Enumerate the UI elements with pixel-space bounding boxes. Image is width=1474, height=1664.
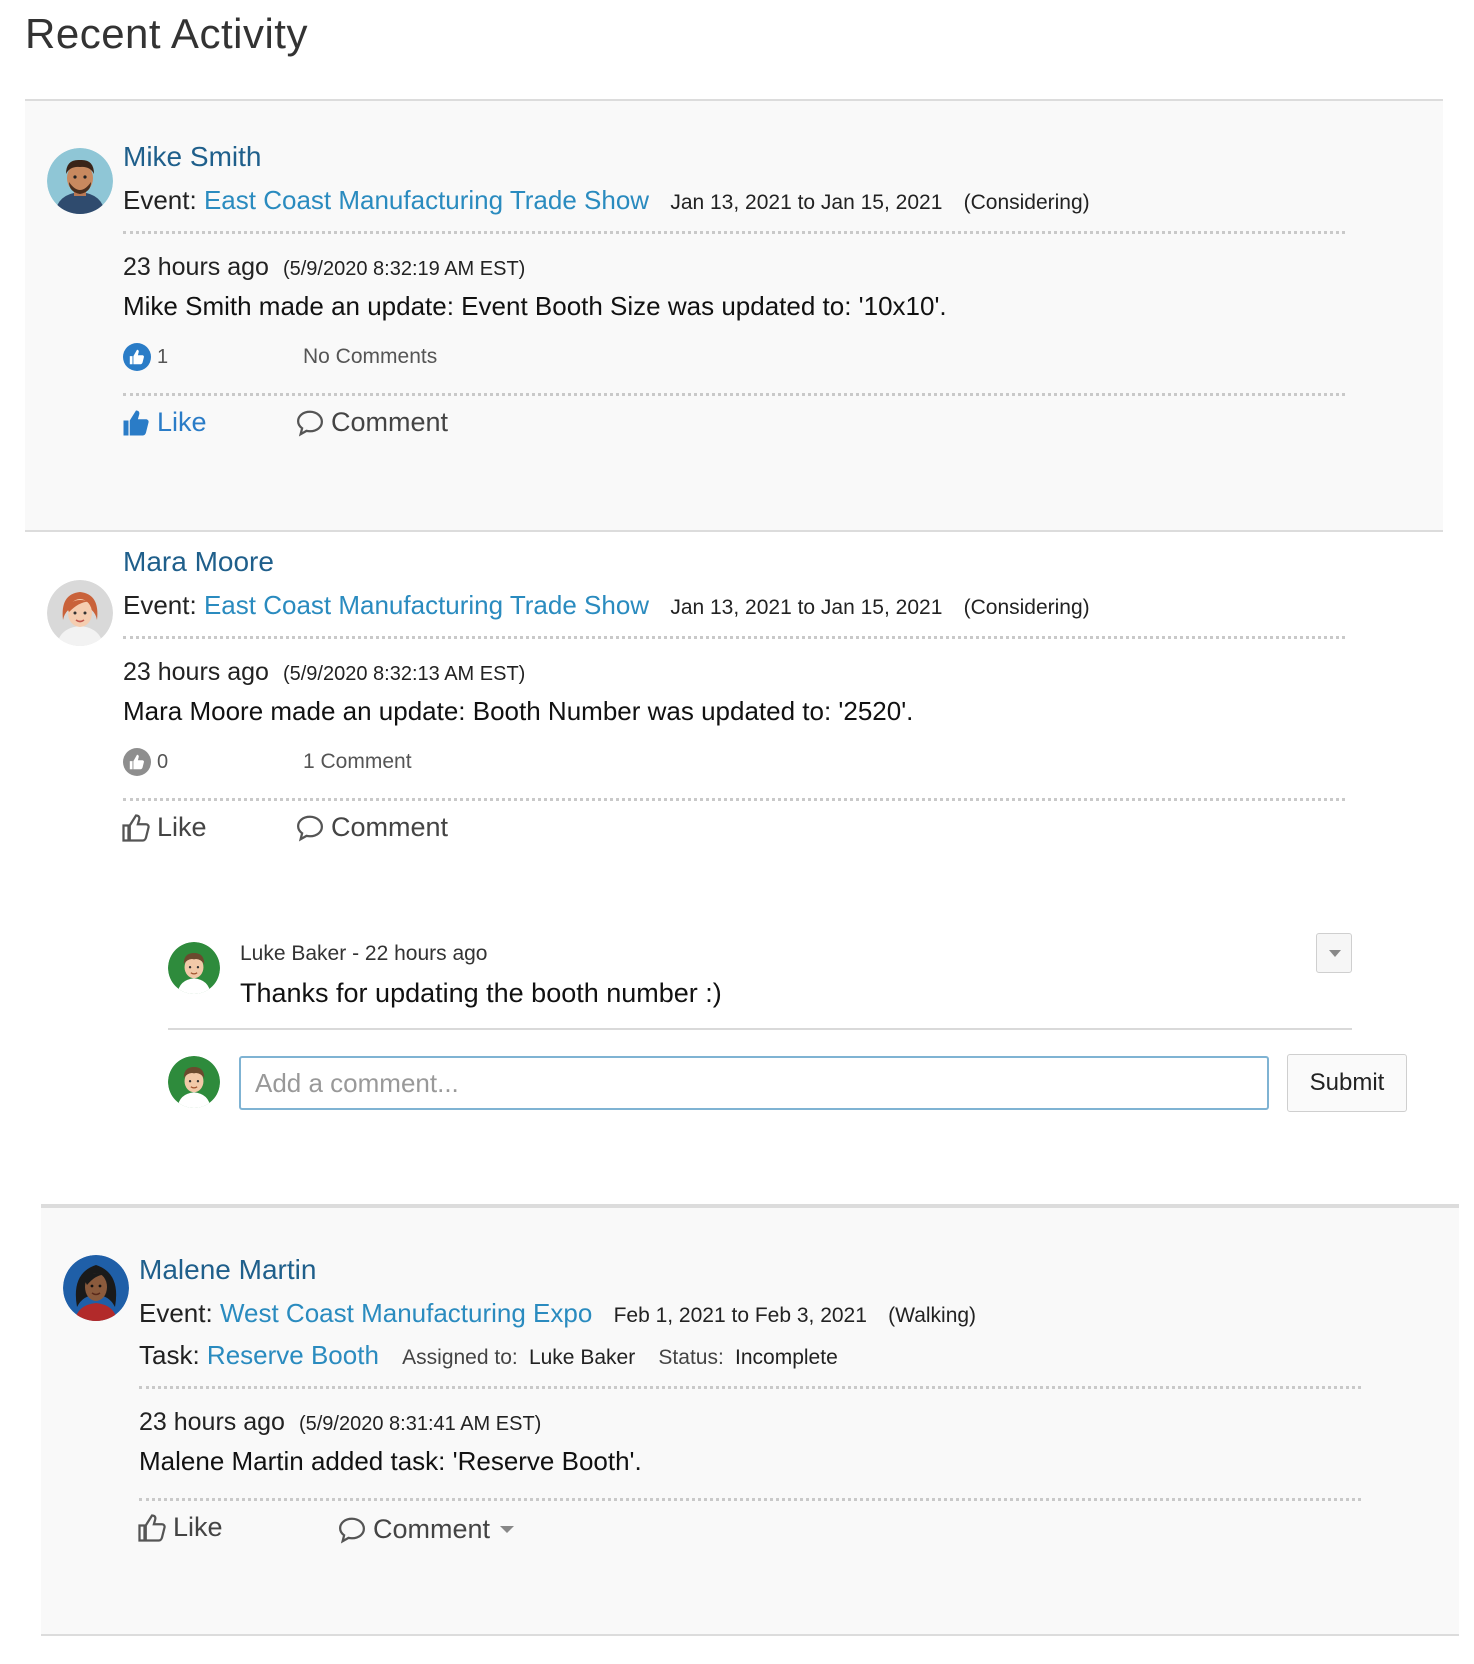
divider [139, 1386, 1361, 1389]
user-avatar[interactable] [63, 1255, 129, 1321]
like-button[interactable]: Like [137, 1512, 223, 1543]
event-dates: Jan 13, 2021 to Jan 15, 2021 [670, 191, 943, 214]
event-line: Event: East Coast Manufacturing Trade Sh… [123, 590, 1090, 621]
activity-card: Malene Martin Event: West Coast Manufact… [41, 1206, 1459, 1636]
event-line: Event: West Coast Manufacturing Expo Feb… [139, 1298, 976, 1329]
event-label: Event: [123, 590, 197, 620]
comment-count[interactable]: No Comments [303, 345, 437, 369]
comment-bubble-icon [296, 815, 324, 842]
like-label: Like [157, 812, 207, 842]
activity-card: Mike Smith Event: East Coast Manufacturi… [25, 99, 1443, 530]
thumbs-up-badge-icon [123, 343, 151, 371]
thumbs-up-icon [123, 410, 149, 435]
timestamp: (5/9/2020 8:32:13 AM EST) [282, 663, 526, 685]
caret-down-icon [1329, 950, 1341, 957]
user-name-link[interactable]: Mike Smith [123, 141, 261, 173]
user-name-link[interactable]: Mara Moore [123, 546, 274, 578]
divider [139, 1498, 1361, 1501]
like-count: 0 [157, 750, 169, 773]
activity-message: Malene Martin added task: 'Reserve Booth… [139, 1446, 642, 1476]
like-stats: 1 [123, 343, 168, 371]
event-dates: Feb 1, 2021 to Feb 3, 2021 [613, 1304, 867, 1327]
event-line: Event: East Coast Manufacturing Trade Sh… [123, 185, 1090, 216]
time-ago: 23 hours ago [139, 1408, 285, 1436]
assigned-label: Assigned to: [402, 1346, 518, 1369]
comment-label: Comment [331, 812, 449, 842]
chevron-down-icon [500, 1526, 515, 1533]
page-title: Recent Activity [25, 10, 308, 57]
thumbs-up-outline-icon [138, 1513, 166, 1542]
like-label: Like [173, 1512, 223, 1542]
comment-label: Comment [373, 1514, 491, 1544]
like-stats: 0 [123, 748, 168, 776]
user-avatar[interactable] [47, 580, 113, 646]
assigned-to: Luke Baker [528, 1346, 636, 1369]
timestamp: (5/9/2020 8:31:41 AM EST) [298, 1413, 542, 1435]
event-status: (Considering) [963, 596, 1090, 619]
task-status: Incomplete [735, 1346, 838, 1369]
status-label: Status: [658, 1346, 724, 1369]
submit-comment-button[interactable]: Submit [1287, 1054, 1407, 1112]
event-label: Event: [139, 1298, 213, 1328]
activity-time: 23 hours ago (5/9/2020 8:32:19 AM EST) [123, 253, 525, 282]
comment-divider [168, 1028, 1352, 1030]
event-dates: Jan 13, 2021 to Jan 15, 2021 [670, 596, 943, 619]
time-ago: 23 hours ago [123, 253, 269, 281]
activity-time: 23 hours ago (5/9/2020 8:32:13 AM EST) [123, 658, 525, 687]
divider [123, 798, 1345, 801]
comment-bubble-icon [296, 410, 324, 437]
user-name-link[interactable]: Malene Martin [139, 1254, 316, 1286]
event-link[interactable]: East Coast Manufacturing Trade Show [204, 590, 649, 620]
thumbs-up-badge-icon [123, 748, 151, 776]
thumbs-up-outline-icon [122, 813, 150, 842]
activity-message: Mara Moore made an update: Booth Number … [123, 696, 914, 726]
activity-card: Mara Moore Event: East Coast Manufacturi… [25, 530, 1459, 1206]
activity-message: Mike Smith made an update: Event Booth S… [123, 291, 947, 321]
event-label: Event: [123, 185, 197, 215]
task-line: Task: Reserve Booth Assigned to: Luke Ba… [139, 1340, 838, 1371]
current-user-avatar [168, 1056, 220, 1108]
comment-button[interactable]: Comment [337, 1514, 515, 1545]
like-count: 1 [157, 345, 169, 368]
commenter-avatar[interactable] [168, 942, 220, 994]
comment-options-button[interactable] [1316, 933, 1352, 973]
divider [123, 636, 1345, 639]
add-comment-input[interactable] [239, 1056, 1269, 1110]
user-avatar[interactable] [47, 148, 113, 214]
task-link[interactable]: Reserve Booth [207, 1340, 379, 1370]
event-link[interactable]: West Coast Manufacturing Expo [220, 1298, 592, 1328]
like-button[interactable]: Like [121, 407, 207, 438]
comment-author: Luke Baker - 22 hours ago [240, 942, 488, 965]
comment-bubble-icon [338, 1517, 366, 1544]
comment-label: Comment [331, 407, 449, 437]
comment-button[interactable]: Comment [295, 407, 448, 438]
activity-time: 23 hours ago (5/9/2020 8:31:41 AM EST) [139, 1408, 541, 1437]
comment-button[interactable]: Comment [295, 812, 448, 843]
time-ago: 23 hours ago [123, 658, 269, 686]
event-status: (Considering) [963, 191, 1090, 214]
event-status: (Walking) [888, 1304, 977, 1327]
like-button[interactable]: Like [121, 812, 207, 843]
task-label: Task: [139, 1340, 200, 1370]
like-label: Like [157, 407, 207, 437]
divider [123, 393, 1345, 396]
comment-text: Thanks for updating the booth number :) [240, 978, 722, 1008]
timestamp: (5/9/2020 8:32:19 AM EST) [282, 258, 526, 280]
comment-count[interactable]: 1 Comment [303, 750, 412, 774]
event-link[interactable]: East Coast Manufacturing Trade Show [204, 185, 649, 215]
divider [123, 231, 1345, 234]
